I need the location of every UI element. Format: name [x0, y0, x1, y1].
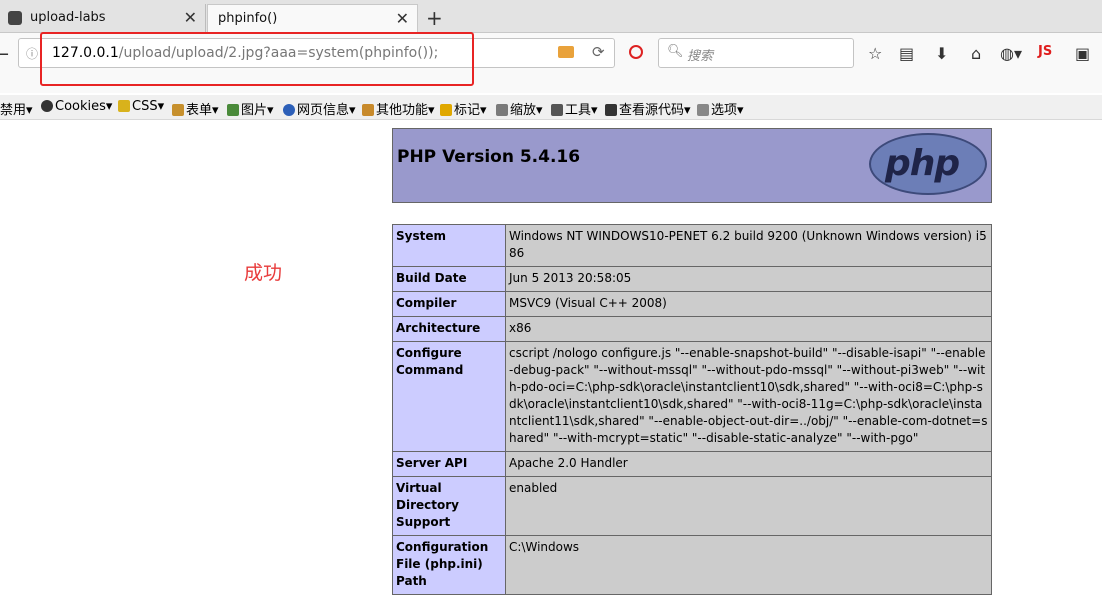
dev-menu-view-source[interactable]: 查看源代码▾ [605, 99, 691, 118]
reading-list-icon[interactable]: ▤ [899, 44, 914, 63]
search-box[interactable]: 🔍︎ 搜索 [658, 38, 854, 68]
dev-menu-page-info[interactable]: 网页信息▾ [283, 99, 356, 118]
row-key: Server API [392, 451, 506, 477]
tab-title: phpinfo() [218, 11, 278, 26]
php-header: PHP Version 5.4.16 php [392, 128, 992, 203]
tab-upload-labs[interactable]: upload-labs ✕ [0, 4, 206, 32]
resize-icon [496, 104, 508, 116]
row-value: cscript /nologo configure.js "--enable-s… [505, 341, 992, 452]
php-info-table: System Windows NT WINDOWS10-PENET 6.2 bui… [392, 224, 992, 595]
dev-menu-outline[interactable]: 标记▾ [440, 99, 487, 118]
block-icon[interactable] [629, 45, 643, 59]
dev-menu-forms[interactable]: 表单▾ [172, 99, 219, 118]
success-annotation: 成功 [244, 262, 283, 284]
table-row: Configuration File (php.ini) Path C:\Wind… [392, 535, 992, 595]
web-developer-toolbar: 禁用▾ Cookies▾ CSS▾ 表单▾ 图片▾ 网页信息▾ 其他功能▾ 标记… [0, 95, 1102, 120]
info-icon [283, 104, 295, 116]
row-key: Virtual Directory Support [392, 476, 506, 536]
row-key: Compiler [392, 291, 506, 317]
dev-menu-css[interactable]: CSS▾ [118, 99, 164, 114]
person-icon [41, 100, 53, 112]
table-row: Compiler MSVC9 (Visual C++ 2008) [392, 291, 992, 317]
close-icon[interactable]: ✕ [184, 8, 197, 27]
row-key: System [392, 224, 506, 267]
extension-icon[interactable]: ▣ [1075, 44, 1090, 63]
php-version-title: PHP Version 5.4.16 [397, 147, 581, 167]
misc-icon [362, 104, 374, 116]
row-value: Jun 5 2013 20:58:05 [505, 266, 992, 292]
row-key: Architecture [392, 316, 506, 342]
highlight-box [40, 32, 474, 86]
github-icon [8, 11, 22, 25]
table-row: Server API Apache 2.0 Handler [392, 451, 992, 477]
image-icon [227, 104, 239, 116]
row-value: enabled [505, 476, 992, 536]
js-toggle[interactable]: JS [1038, 44, 1052, 59]
search-placeholder: 搜索 [687, 49, 714, 64]
dev-menu-disable[interactable]: 禁用▾ [0, 99, 33, 118]
bookmark-star-icon[interactable]: ☆ [868, 44, 882, 63]
pencil-icon [440, 104, 452, 116]
form-icon [172, 104, 184, 116]
row-value: Apache 2.0 Handler [505, 451, 992, 477]
row-key: Configure Command [392, 341, 506, 452]
php-logo[interactable]: php [869, 133, 987, 195]
options-icon [697, 104, 709, 116]
source-icon [605, 104, 617, 116]
info-icon[interactable]: ⓘ [26, 45, 38, 62]
home-site-icon[interactable] [558, 46, 574, 58]
tab-phpinfo[interactable]: phpinfo() ✕ [207, 4, 418, 32]
row-key: Build Date [392, 266, 506, 292]
row-key: Configuration File (php.ini) Path [392, 535, 506, 595]
close-icon[interactable]: ✕ [396, 9, 409, 28]
table-row: Build Date Jun 5 2013 20:58:05 [392, 266, 992, 292]
row-value: C:\Windows [505, 535, 992, 595]
dev-menu-cookies[interactable]: Cookies▾ [41, 99, 112, 114]
download-icon[interactable]: ⬇ [935, 44, 948, 63]
dev-menu-resize[interactable]: 缩放▾ [496, 99, 543, 118]
home-icon[interactable]: ⌂ [971, 44, 981, 63]
table-row: System Windows NT WINDOWS10-PENET 6.2 bui… [392, 224, 992, 267]
globe-icon[interactable]: ◍▾ [1000, 44, 1022, 63]
new-tab-button[interactable]: + [426, 6, 443, 30]
tab-strip: upload-labs ✕ phpinfo() ✕ + [0, 0, 1102, 33]
row-value: x86 [505, 316, 992, 342]
table-row: Configure Command cscript /nologo configu… [392, 341, 992, 452]
tools-icon [551, 104, 563, 116]
reload-icon[interactable]: ⟳ [592, 43, 605, 61]
dev-menu-images[interactable]: 图片▾ [227, 99, 274, 118]
row-value: Windows NT WINDOWS10-PENET 6.2 build 920… [505, 224, 992, 267]
table-row: Virtual Directory Support enabled [392, 476, 992, 536]
css-icon [118, 100, 130, 112]
dev-menu-tools[interactable]: 工具▾ [551, 99, 598, 118]
row-value: MSVC9 (Visual C++ 2008) [505, 291, 992, 317]
table-row: Architecture x86 [392, 316, 992, 342]
dev-menu-options[interactable]: 选项▾ [697, 99, 744, 118]
dev-menu-misc[interactable]: 其他功能▾ [362, 99, 435, 118]
tab-title: upload-labs [30, 10, 106, 25]
search-icon: 🔍︎ [667, 44, 684, 59]
